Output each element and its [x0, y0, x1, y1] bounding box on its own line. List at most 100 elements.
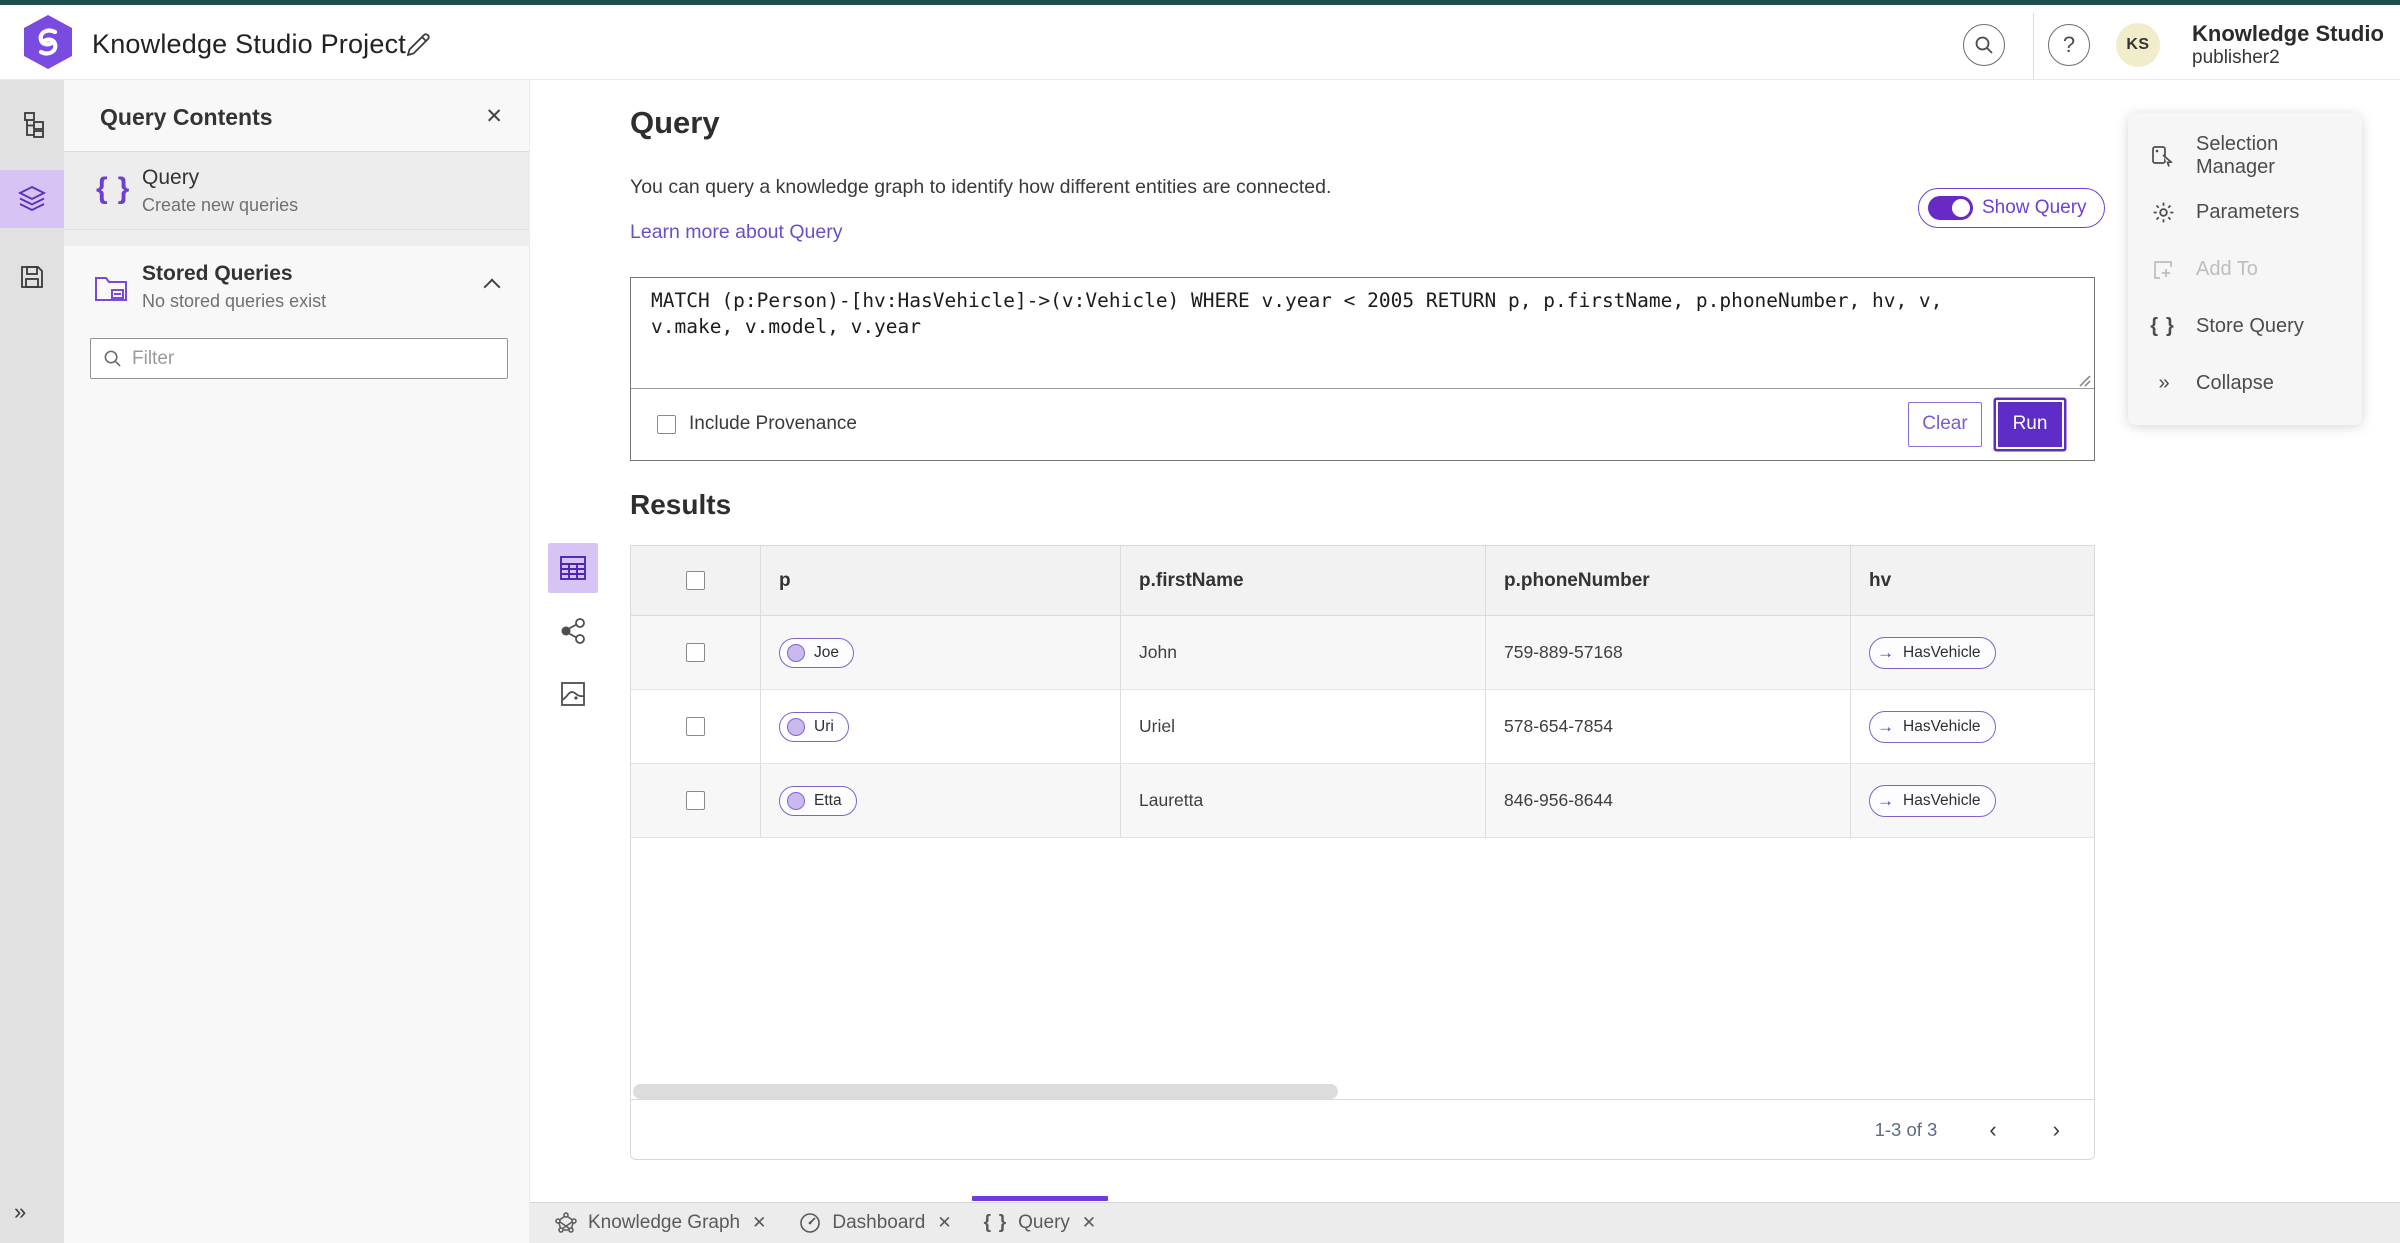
- stored-queries-title: Stored Queries: [142, 262, 293, 285]
- clear-button[interactable]: Clear: [1908, 401, 1982, 447]
- stored-queries-section[interactable]: Stored Queries No stored queries exist: [64, 246, 529, 332]
- filter-input[interactable]: [132, 347, 495, 370]
- app-logo-icon[interactable]: [22, 13, 74, 71]
- tab-label: Dashboard: [832, 1212, 926, 1233]
- learn-more-link[interactable]: Learn more about Query: [630, 221, 842, 244]
- node-pill[interactable]: Etta: [779, 785, 857, 816]
- add-to-item: Add To: [2128, 241, 2362, 298]
- tab-dashboard[interactable]: Dashboard ✕: [782, 1203, 967, 1243]
- panel-gap: [64, 230, 529, 246]
- store-query-label: Store Query: [2196, 315, 2304, 337]
- node-icon: [787, 643, 805, 662]
- project-title: Knowledge Studio Project: [92, 29, 406, 59]
- query-braces-icon: { }: [96, 172, 132, 205]
- save-icon[interactable]: [0, 248, 64, 306]
- collapse-section-chevron-icon[interactable]: [485, 278, 499, 292]
- tab-label: Query: [1018, 1212, 1070, 1233]
- panel-header: Query Contents ✕: [64, 80, 529, 152]
- selection-manager-icon: [2150, 143, 2176, 169]
- graph-view-button[interactable]: [548, 606, 598, 656]
- node-label: Etta: [814, 791, 842, 809]
- node-icon: [787, 717, 805, 736]
- edge-arrow-icon: →: [1877, 790, 1894, 810]
- stored-queries-subtitle: No stored queries exist: [142, 291, 327, 311]
- parameters-label: Parameters: [2196, 201, 2300, 223]
- left-rail: »: [0, 80, 64, 1243]
- app-header: Knowledge Studio Project ? KS Knowledge …: [0, 5, 2400, 80]
- prev-page-button[interactable]: ‹: [1989, 1118, 1996, 1141]
- help-icon[interactable]: ?: [2048, 24, 2090, 66]
- selection-manager-item[interactable]: Selection Manager: [2128, 127, 2362, 184]
- edge-arrow-icon: →: [1877, 642, 1894, 662]
- query-actions-panel: Selection Manager Parameters Add To { } …: [2128, 113, 2362, 425]
- close-tab-icon[interactable]: ✕: [752, 1213, 766, 1233]
- close-tab-icon[interactable]: ✕: [1082, 1213, 1096, 1233]
- results-title: Results: [630, 489, 732, 520]
- resize-grip-icon[interactable]: [2076, 372, 2092, 388]
- close-tab-icon[interactable]: ✕: [937, 1213, 951, 1233]
- edit-title-pencil-icon[interactable]: [400, 29, 434, 63]
- stored-queries-folder-icon: [92, 268, 130, 306]
- pagination-range: 1-3 of 3: [1874, 1118, 1938, 1140]
- query-controls: Include Provenance Clear Run: [631, 388, 2094, 460]
- parameters-gear-icon: [2150, 200, 2176, 225]
- next-page-button[interactable]: ›: [2053, 1118, 2060, 1141]
- column-header-firstname[interactable]: p.firstName: [1139, 570, 1244, 592]
- schema-icon[interactable]: [0, 96, 64, 154]
- column-header-hv[interactable]: hv: [1869, 570, 1891, 592]
- table-view-button[interactable]: [548, 543, 598, 593]
- edge-label: HasVehicle: [1903, 643, 1981, 661]
- toggle-track[interactable]: [1928, 196, 1973, 220]
- tab-knowledge-graph[interactable]: Knowledge Graph ✕: [538, 1203, 782, 1243]
- column-header-p[interactable]: p: [779, 570, 791, 592]
- node-pill[interactable]: Joe: [779, 637, 854, 668]
- node-label: Uri: [814, 717, 834, 735]
- include-provenance-checkbox[interactable]: [657, 414, 676, 434]
- query-braces-icon: { }: [983, 1212, 1009, 1233]
- run-button[interactable]: Run: [1996, 399, 2064, 449]
- collapse-double-chevron-icon: »: [2158, 372, 2169, 394]
- column-header-phonenumber[interactable]: p.phoneNumber: [1504, 570, 1650, 592]
- edge-label: HasVehicle: [1903, 717, 1981, 735]
- edge-pill[interactable]: → HasVehicle: [1869, 636, 1996, 669]
- store-query-braces-icon: { }: [2150, 315, 2176, 337]
- horizontal-scrollbar-thumb[interactable]: [633, 1084, 1338, 1099]
- select-all-checkbox[interactable]: [686, 571, 705, 590]
- table-header-row: p p.firstName p.phoneNumber hv: [631, 546, 2094, 616]
- show-query-toggle[interactable]: Show Query: [1918, 188, 2105, 228]
- search-icon[interactable]: [1963, 24, 2005, 66]
- cell-phonenumber: 759-889-57168: [1504, 642, 1623, 662]
- expand-rail-icon[interactable]: »: [14, 1199, 26, 1225]
- edge-pill[interactable]: → HasVehicle: [1869, 784, 1996, 817]
- include-provenance-label: Include Provenance: [689, 413, 857, 434]
- edge-arrow-icon: →: [1877, 716, 1894, 736]
- node-icon: [787, 791, 805, 810]
- tab-query[interactable]: { } Query ✕: [968, 1196, 1113, 1243]
- header-divider: [2033, 13, 2034, 79]
- table-row: Uri Uriel 578-654-7854 → HasVehicle: [631, 690, 2094, 764]
- store-query-item[interactable]: { } Store Query: [2128, 298, 2362, 355]
- query-contents-panel: Query Contents ✕ { } Query Create new qu…: [64, 80, 530, 1243]
- table-row: Etta Lauretta 846-956-8644 → HasVehicle: [631, 764, 2094, 838]
- avatar[interactable]: KS: [2116, 23, 2160, 67]
- page-title: Query: [630, 105, 720, 140]
- app-window: Knowledge Studio Project ? KS Knowledge …: [0, 0, 2400, 1243]
- close-panel-icon[interactable]: ✕: [485, 104, 503, 129]
- parameters-item[interactable]: Parameters: [2128, 184, 2362, 241]
- row-checkbox[interactable]: [686, 717, 705, 736]
- layers-icon[interactable]: [0, 170, 64, 228]
- node-pill[interactable]: Uri: [779, 711, 849, 742]
- table-footer: 1-3 of 3 ‹ ›: [631, 1099, 2094, 1159]
- cell-firstname: Uriel: [1139, 716, 1175, 736]
- edge-pill[interactable]: → HasVehicle: [1869, 710, 1996, 743]
- map-view-button[interactable]: [548, 669, 598, 719]
- collapse-item[interactable]: » Collapse: [2128, 355, 2362, 412]
- filter-input-wrap: [90, 338, 508, 379]
- query-description: You can query a knowledge graph to ident…: [630, 176, 1332, 198]
- selection-manager-label: Selection Manager: [2196, 132, 2279, 178]
- row-checkbox[interactable]: [686, 643, 705, 662]
- results-table: p p.firstName p.phoneNumber hv Joe John …: [630, 545, 2095, 1160]
- filter-search-icon: [104, 350, 121, 367]
- sidebar-item-query[interactable]: { } Query Create new queries: [64, 152, 529, 230]
- row-checkbox[interactable]: [686, 791, 705, 810]
